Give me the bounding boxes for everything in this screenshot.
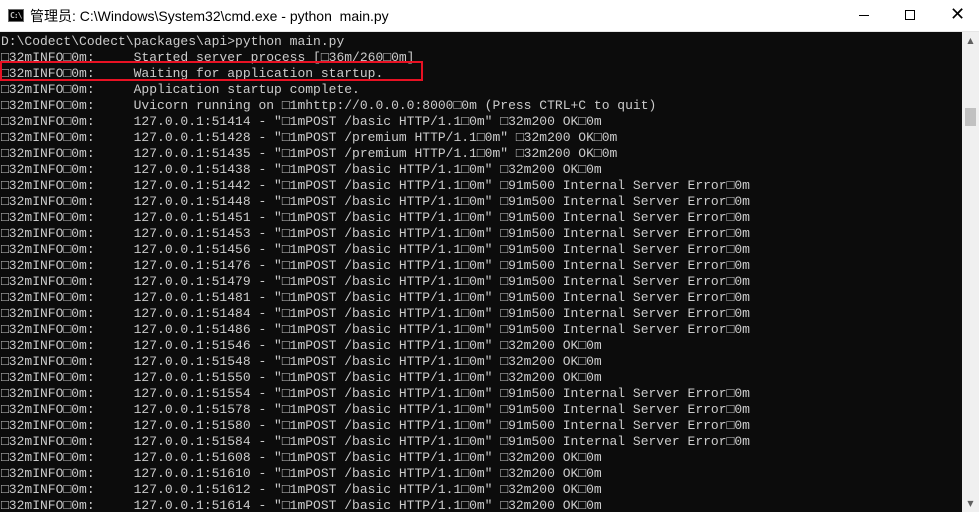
log-line: □32mINFO□0m: 127.0.0.1:51448 - "□1mPOST … — [1, 194, 750, 209]
log-line: □32mINFO□0m: 127.0.0.1:51442 - "□1mPOST … — [1, 178, 750, 193]
maximize-button[interactable] — [887, 0, 933, 31]
minimize-icon — [859, 15, 869, 16]
scroll-down-arrow-icon[interactable]: ▼ — [962, 495, 979, 512]
command-highlight-box — [0, 61, 423, 81]
log-line: □32mINFO□0m: 127.0.0.1:51486 - "□1mPOST … — [1, 322, 750, 337]
console-output[interactable]: D:\Codect\Codect\packages\api>python mai… — [0, 32, 962, 512]
close-icon: ✕ — [950, 4, 966, 25]
command-line: D:\Codect\Codect\packages\api>python mai… — [1, 34, 345, 49]
log-line: □32mINFO□0m: 127.0.0.1:51610 - "□1mPOST … — [1, 466, 602, 481]
cmd-icon[interactable]: C:\ — [8, 9, 24, 22]
log-line: □32mINFO□0m: 127.0.0.1:51578 - "□1mPOST … — [1, 402, 750, 417]
log-line: □32mINFO□0m: Application startup complet… — [1, 82, 360, 97]
scroll-thumb[interactable] — [965, 108, 976, 126]
log-line: □32mINFO□0m: 127.0.0.1:51614 - "□1mPOST … — [1, 498, 602, 512]
log-line: □32mINFO□0m: 127.0.0.1:51456 - "□1mPOST … — [1, 242, 750, 257]
close-button[interactable]: ✕ — [933, 0, 979, 31]
window-title: 管理员: C:\Windows\System32\cmd.exe - pytho… — [30, 8, 389, 24]
vertical-scrollbar[interactable]: ▲ ▼ — [962, 32, 979, 512]
cmd-window: C:\ 管理员: C:\Windows\System32\cmd.exe - p… — [0, 0, 979, 512]
maximize-icon — [905, 10, 915, 20]
log-line: □32mINFO□0m: 127.0.0.1:51451 - "□1mPOST … — [1, 210, 750, 225]
title-bar[interactable]: C:\ 管理员: C:\Windows\System32\cmd.exe - p… — [0, 0, 979, 32]
log-line: □32mINFO□0m: 127.0.0.1:51435 - "□1mPOST … — [1, 146, 618, 161]
log-line: □32mINFO□0m: 127.0.0.1:51608 - "□1mPOST … — [1, 450, 602, 465]
scroll-up-arrow-icon[interactable]: ▲ — [962, 32, 979, 49]
log-line: □32mINFO□0m: 127.0.0.1:51548 - "□1mPOST … — [1, 354, 602, 369]
log-line: □32mINFO□0m: 127.0.0.1:51484 - "□1mPOST … — [1, 306, 750, 321]
log-line: □32mINFO□0m: 127.0.0.1:51481 - "□1mPOST … — [1, 290, 750, 305]
cmd-icon-glyph: C:\ — [10, 11, 22, 20]
log-line: □32mINFO□0m: 127.0.0.1:51580 - "□1mPOST … — [1, 418, 750, 433]
log-line: □32mINFO□0m: 127.0.0.1:51414 - "□1mPOST … — [1, 114, 602, 129]
log-line: □32mINFO□0m: 127.0.0.1:51612 - "□1mPOST … — [1, 482, 602, 497]
log-line: □32mINFO□0m: 127.0.0.1:51453 - "□1mPOST … — [1, 226, 750, 241]
log-line: □32mINFO□0m: 127.0.0.1:51550 - "□1mPOST … — [1, 370, 602, 385]
log-line: □32mINFO□0m: 127.0.0.1:51479 - "□1mPOST … — [1, 274, 750, 289]
log-line: □32mINFO□0m: 127.0.0.1:51584 - "□1mPOST … — [1, 434, 750, 449]
minimize-button[interactable] — [841, 0, 887, 31]
log-line: □32mINFO□0m: 127.0.0.1:51546 - "□1mPOST … — [1, 338, 602, 353]
log-line: □32mINFO□0m: 127.0.0.1:51438 - "□1mPOST … — [1, 162, 602, 177]
log-line: □32mINFO□0m: 127.0.0.1:51476 - "□1mPOST … — [1, 258, 750, 273]
log-line: □32mINFO□0m: Uvicorn running on □1mhttp:… — [1, 98, 657, 113]
log-line: □32mINFO□0m: 127.0.0.1:51428 - "□1mPOST … — [1, 130, 618, 145]
log-line: □32mINFO□0m: 127.0.0.1:51554 - "□1mPOST … — [1, 386, 750, 401]
